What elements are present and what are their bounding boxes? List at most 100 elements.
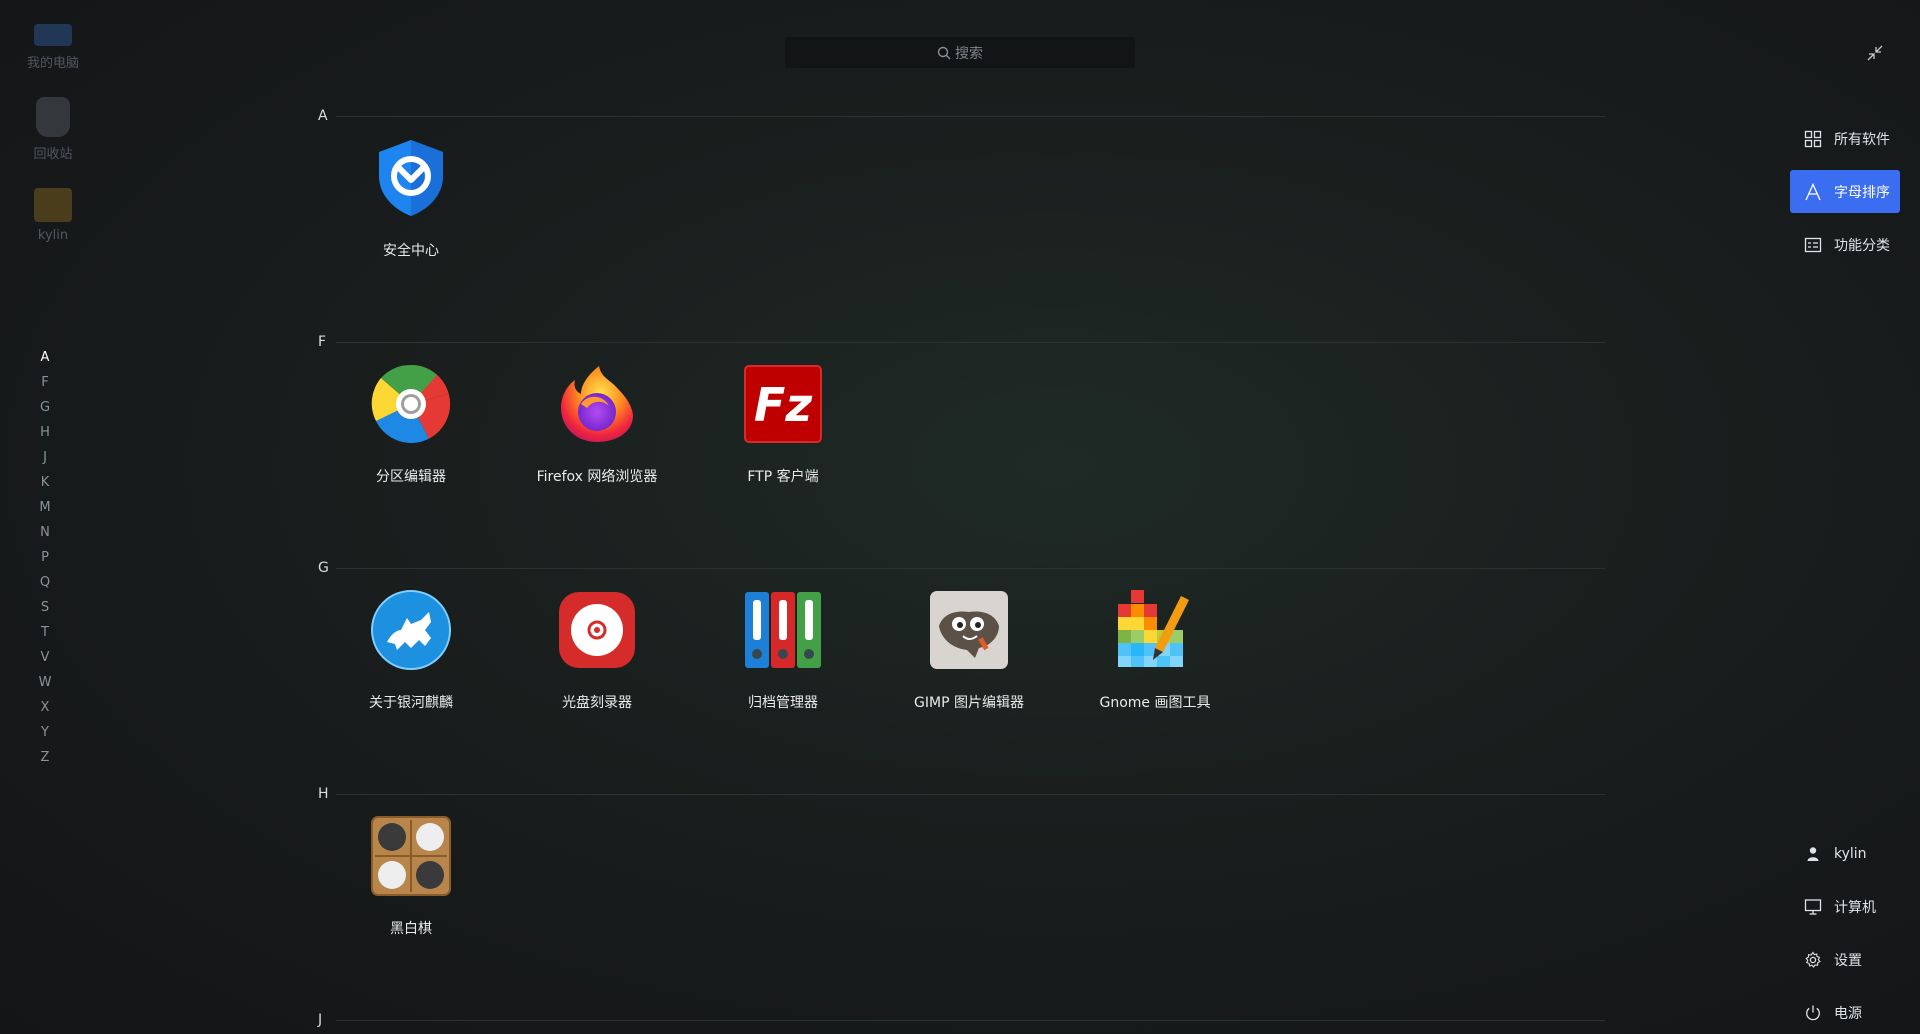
letter-index-a[interactable]: A	[38, 348, 52, 373]
section-letter: G	[318, 560, 329, 576]
gear-icon	[1805, 951, 1821, 968]
desktop-trash[interactable]: 回收站	[22, 97, 84, 162]
shrink-window-icon[interactable]	[1866, 44, 1884, 62]
filezilla-icon: Fz	[743, 364, 823, 444]
letter-index-y[interactable]: Y	[38, 723, 52, 748]
app-name: 归档管理器	[748, 695, 818, 711]
letter-index-w[interactable]: W	[38, 673, 52, 698]
alphabetical-sort-label: 字母排序	[1834, 184, 1890, 201]
app-item[interactable]: Fz FTP 客户端	[690, 364, 876, 558]
section-a: A 安全中心	[318, 106, 1605, 332]
app-item[interactable]: Firefox 网络浏览器	[504, 364, 690, 558]
section-letter: F	[318, 334, 327, 350]
letter-index-p[interactable]: P	[38, 548, 52, 573]
app-row: 关于银河麒麟 光盘刻录器 归档管理器 GIMP 图片编辑器 Gnome 画图工具	[318, 578, 1605, 784]
desktop-my-computer[interactable]: 我的电脑	[22, 20, 84, 71]
letter-index-m[interactable]: M	[38, 498, 52, 523]
archive-manager-icon	[743, 590, 823, 670]
gnome-paint-icon	[1115, 590, 1195, 670]
category-list-icon	[1804, 237, 1822, 252]
section-header: H	[318, 784, 1605, 804]
app-item[interactable]: 安全中心	[318, 138, 504, 332]
security-center-icon	[371, 138, 451, 218]
app-name: GIMP 图片编辑器	[914, 695, 1024, 711]
letter-index-j[interactable]: J	[38, 448, 52, 473]
section-j: J	[318, 1010, 1605, 1030]
section-divider	[336, 794, 1605, 795]
letter-index-z[interactable]: Z	[38, 748, 52, 773]
about-kylin-icon	[371, 590, 451, 670]
app-item[interactable]: 归档管理器	[690, 590, 876, 784]
section-header: J	[318, 1010, 1605, 1030]
partition-editor-icon	[371, 364, 451, 444]
search-input[interactable]: 搜索	[785, 37, 1135, 68]
desktop-icons: 我的电脑 回收站 kylin	[22, 20, 84, 269]
app-name: FTP 客户端	[747, 469, 819, 485]
letter-index-f[interactable]: F	[38, 373, 52, 398]
user-icon	[1807, 846, 1819, 861]
section-header: F	[318, 332, 1605, 352]
section-header: G	[318, 558, 1605, 578]
app-row: 安全中心	[318, 126, 1605, 332]
desktop-trash-label: 回收站	[33, 147, 73, 162]
app-item[interactable]: GIMP 图片编辑器	[876, 590, 1062, 784]
search-icon	[937, 46, 951, 59]
letter-index-v[interactable]: V	[38, 648, 52, 673]
letter-index-n[interactable]: N	[38, 523, 52, 548]
app-item[interactable]: 分区编辑器	[318, 364, 504, 558]
section-letter: J	[318, 1012, 323, 1028]
app-item[interactable]: Gnome 画图工具	[1062, 590, 1248, 784]
letter-index-nav: AFGHJKMNPQSTVWXYZ	[38, 348, 52, 773]
letter-index-x[interactable]: X	[38, 698, 52, 723]
letter-index-q[interactable]: Q	[38, 573, 52, 598]
section-g: G 关于银河麒麟 光盘刻录器 归档管理器 GIMP 图片编辑器 Gnome 画图工具	[318, 558, 1605, 784]
alphabetical-sort-button[interactable]: 字母排序	[1790, 170, 1900, 213]
desktop-my-computer-label: 我的电脑	[26, 56, 79, 71]
disc-burner-icon	[557, 590, 637, 670]
computer-label: 计算机	[1834, 899, 1876, 916]
app-list: A 安全中心 F 分区编辑器 Firefox 网络浏览器 Fz FTP 客户端 G 关于银河麒麟…	[318, 106, 1605, 1030]
grid-icon	[1804, 130, 1822, 147]
app-name: 安全中心	[383, 243, 439, 259]
firefox-icon	[557, 364, 637, 444]
app-name: Firefox 网络浏览器	[536, 469, 658, 485]
app-row: 分区编辑器 Firefox 网络浏览器 Fz FTP 客户端	[318, 352, 1605, 558]
trash-icon	[36, 97, 70, 137]
app-item[interactable]: 光盘刻录器	[504, 590, 690, 784]
power-button[interactable]: 电源	[1790, 991, 1900, 1034]
settings-label: 设置	[1834, 952, 1862, 969]
section-divider	[336, 1020, 1605, 1021]
app-name: 分区编辑器	[376, 469, 446, 485]
user-button[interactable]: kylin	[1790, 832, 1900, 875]
letter-index-g[interactable]: G	[38, 398, 52, 423]
computer-button[interactable]: 计算机	[1790, 885, 1900, 928]
all-software-button[interactable]: 所有软件	[1790, 117, 1900, 160]
letter-index-s[interactable]: S	[38, 598, 52, 623]
letter-a-icon	[1805, 182, 1821, 200]
app-name: 光盘刻录器	[562, 695, 632, 711]
section-divider	[336, 342, 1605, 343]
gimp-icon	[929, 590, 1009, 670]
letter-index-h[interactable]: H	[38, 423, 52, 448]
section-f: F 分区编辑器 Firefox 网络浏览器 Fz FTP 客户端	[318, 332, 1605, 558]
app-name: 关于银河麒麟	[369, 695, 453, 711]
power-label: 电源	[1834, 1005, 1862, 1022]
user-label: kylin	[1834, 845, 1867, 862]
category-label: 功能分类	[1834, 237, 1890, 254]
category-button[interactable]: 功能分类	[1790, 223, 1900, 266]
app-name: Gnome 画图工具	[1099, 695, 1211, 711]
monitor-icon	[1804, 898, 1822, 915]
desktop-kylin-folder[interactable]: kylin	[22, 188, 84, 243]
desktop-kylin-label: kylin	[37, 228, 69, 243]
power-icon	[1806, 1005, 1820, 1020]
app-item[interactable]: 关于银河麒麟	[318, 590, 504, 784]
section-h: H 黑白棋	[318, 784, 1605, 1010]
search-placeholder: 搜索	[955, 45, 983, 62]
app-name: 黑白棋	[390, 921, 432, 937]
letter-index-k[interactable]: K	[38, 473, 52, 498]
app-item[interactable]: 黑白棋	[318, 816, 504, 1010]
settings-button[interactable]: 设置	[1790, 938, 1900, 981]
letter-index-t[interactable]: T	[38, 623, 52, 648]
section-letter: A	[318, 108, 328, 124]
folder-icon	[34, 188, 72, 222]
